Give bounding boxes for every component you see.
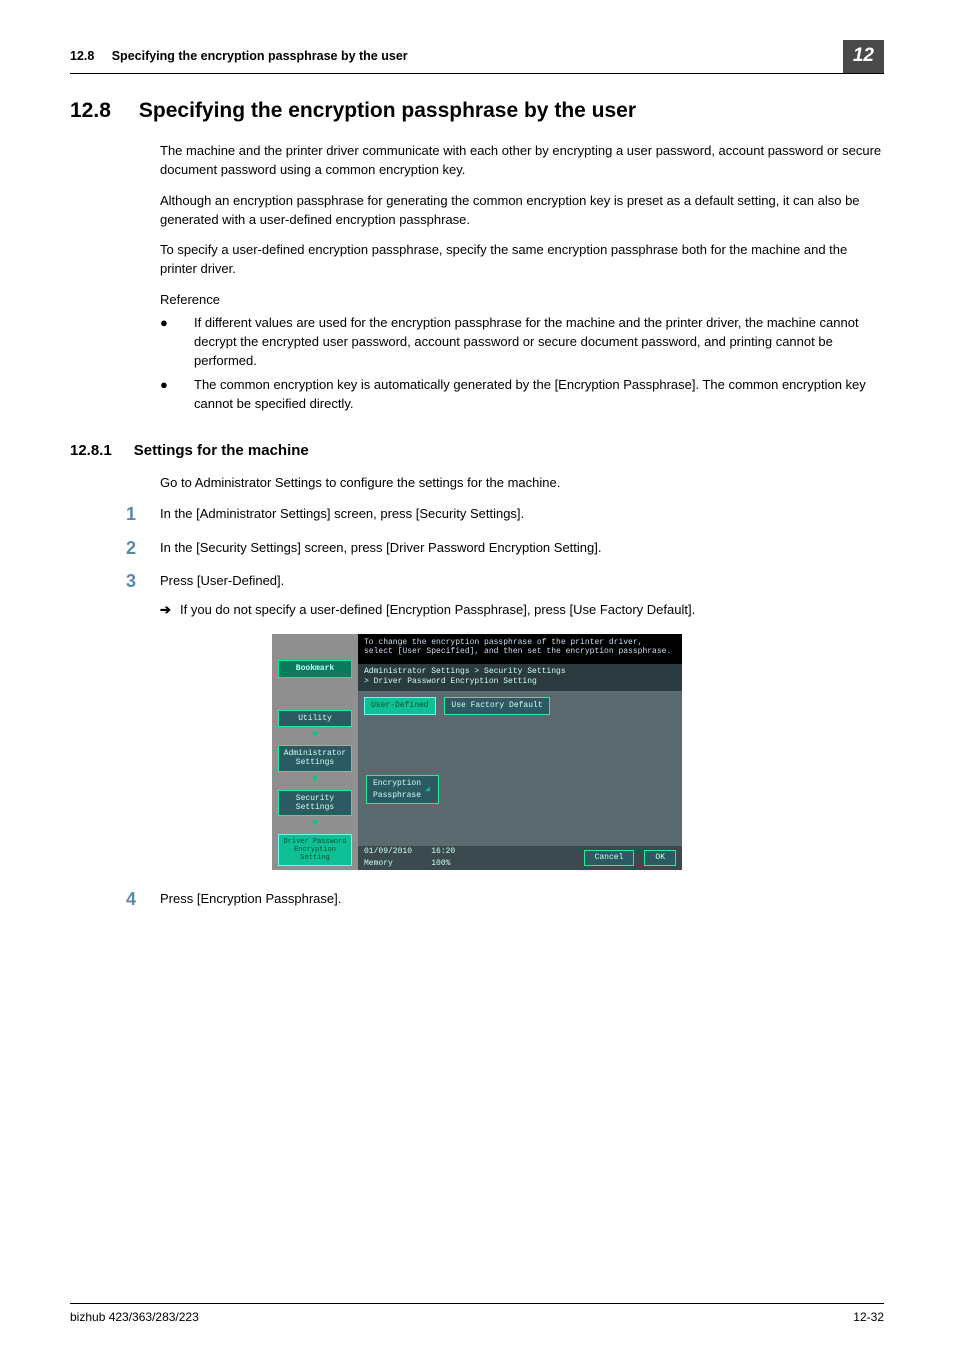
chapter-badge: 12	[843, 40, 884, 73]
cancel-button[interactable]: Cancel	[584, 850, 635, 866]
step-4: 4 Press [Encryption Passphrase].	[126, 890, 884, 910]
device-sidebar: Bookmark Utility ▼ Administrator Setting…	[272, 634, 358, 870]
list-item: ● The common encryption key is automatic…	[160, 376, 884, 414]
step-number: 2	[126, 539, 160, 559]
intro-paragraph-3: To specify a user-defined encryption pas…	[160, 241, 884, 279]
sidebar-item-driver-password[interactable]: Driver Password Encryption Setting	[278, 834, 352, 866]
reference-list: ● If different values are used for the e…	[160, 314, 884, 414]
step-substep: ➔ If you do not specify a user-defined […	[160, 601, 884, 620]
user-defined-button[interactable]: User-Defined	[364, 697, 436, 715]
device-body: User-Defined Use Factory Default Encrypt…	[358, 691, 682, 846]
sidebar-item-utility[interactable]: Utility	[278, 710, 352, 727]
encryption-passphrase-button[interactable]: Encryption Passphrase ◢	[366, 775, 439, 804]
step-text: In the [Administrator Settings] screen, …	[160, 505, 884, 525]
step-2: 2 In the [Security Settings] screen, pre…	[126, 539, 884, 559]
subsection-title: Settings for the machine	[134, 440, 309, 462]
step-number: 1	[126, 505, 160, 525]
reference-item-1: If different values are used for the enc…	[194, 314, 884, 371]
bullet-icon: ●	[160, 376, 194, 414]
step-3: 3 Press [User-Defined]. ➔ If you do not …	[126, 572, 884, 620]
triangle-icon: ◢	[425, 784, 430, 796]
list-item: ● If different values are used for the e…	[160, 314, 884, 371]
device-breadcrumb: Administrator Settings > Security Settin…	[358, 664, 682, 691]
device-hint: To change the encryption passphrase of t…	[358, 634, 682, 664]
intro-paragraph-2: Although an encryption passphrase for ge…	[160, 192, 884, 230]
subsection-number: 12.8.1	[70, 440, 112, 462]
step-text: Press [User-Defined].	[160, 573, 284, 588]
ok-button[interactable]: OK	[644, 850, 676, 866]
step-number: 3	[126, 572, 160, 620]
section-title: Specifying the encryption passphrase by …	[139, 96, 636, 126]
footer-model: bizhub 423/363/283/223	[70, 1309, 199, 1326]
step-text: Press [Encryption Passphrase].	[160, 890, 884, 910]
subsection-lead: Go to Administrator Settings to configur…	[160, 474, 884, 493]
factory-default-button[interactable]: Use Factory Default	[444, 697, 549, 715]
sidebar-item-security-settings[interactable]: Security Settings	[278, 790, 352, 816]
running-head-title: Specifying the encryption passphrase by …	[112, 49, 408, 63]
sidebar-item-admin-settings[interactable]: Administrator Settings	[278, 745, 352, 771]
bookmark-button[interactable]: Bookmark	[278, 660, 352, 678]
chevron-down-icon: ▼	[312, 822, 318, 828]
step-number: 4	[126, 890, 160, 910]
page-footer: bizhub 423/363/283/223 12-32	[70, 1303, 884, 1326]
arrow-icon: ➔	[160, 601, 180, 620]
running-head: 12.8 Specifying the encryption passphras…	[70, 47, 408, 65]
intro-paragraph-1: The machine and the printer driver commu…	[160, 142, 884, 180]
running-head-number: 12.8	[70, 49, 94, 63]
page-header: 12.8 Specifying the encryption passphras…	[70, 40, 884, 74]
section-heading: 12.8 Specifying the encryption passphras…	[70, 96, 884, 126]
bullet-icon: ●	[160, 314, 194, 371]
reference-item-2: The common encryption key is automatical…	[194, 376, 884, 414]
footer-datetime: 01/09/2010 16:20 Memory 100%	[364, 846, 455, 869]
step-1: 1 In the [Administrator Settings] screen…	[126, 505, 884, 525]
section-number: 12.8	[70, 96, 111, 126]
chevron-down-icon: ▼	[312, 733, 318, 739]
reference-label: Reference	[160, 291, 884, 310]
device-screenshot: Bookmark Utility ▼ Administrator Setting…	[70, 634, 884, 870]
footer-page-number: 12-32	[853, 1309, 884, 1326]
substep-text: If you do not specify a user-defined [En…	[180, 601, 884, 620]
step-text: In the [Security Settings] screen, press…	[160, 539, 884, 559]
chevron-down-icon: ▼	[312, 778, 318, 784]
device-footer: 01/09/2010 16:20 Memory 100% Cancel OK	[358, 846, 682, 870]
subsection-heading: 12.8.1 Settings for the machine	[70, 440, 884, 462]
